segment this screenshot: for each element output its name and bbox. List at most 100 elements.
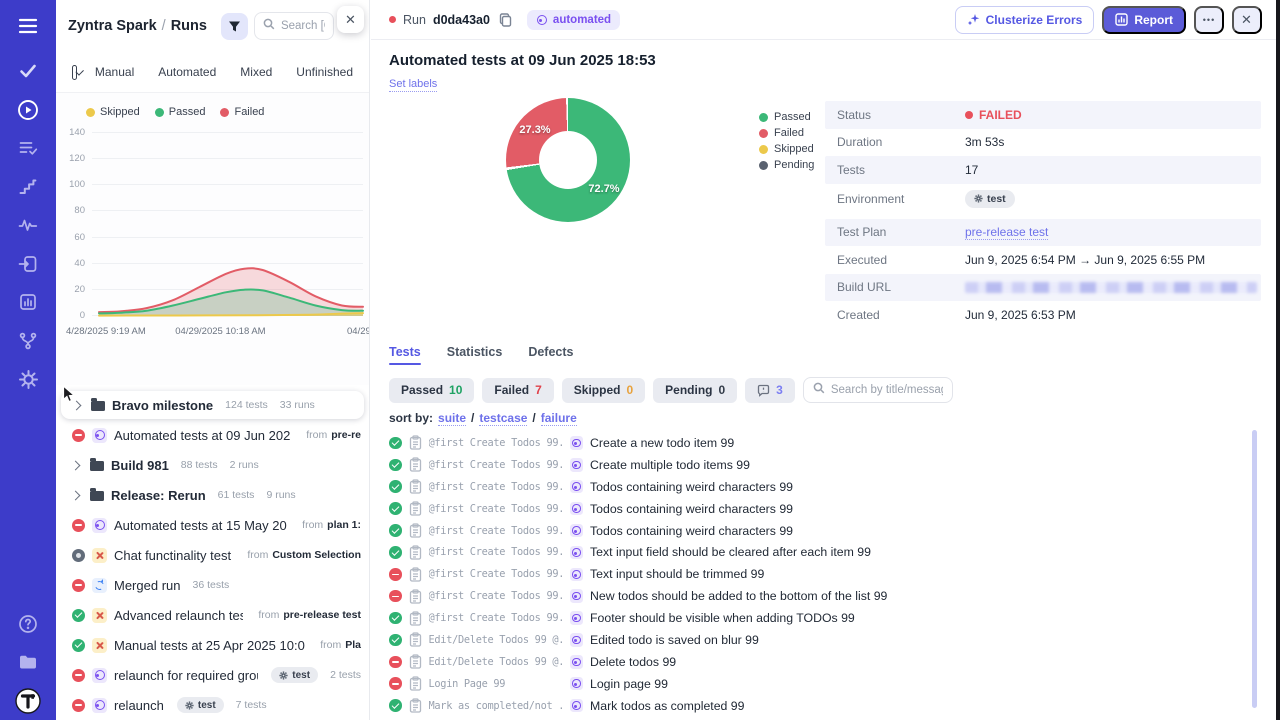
- test-suite-name[interactable]: @first Create Todos 99...: [429, 437, 563, 449]
- run-list-item[interactable]: Advanced relaunch test Copy frompre-rele…: [56, 600, 369, 630]
- test-title[interactable]: Todos containing weird characters 99: [590, 480, 793, 494]
- runs-search[interactable]: [254, 12, 334, 40]
- run-list-item[interactable]: relaunch test 7 tests: [56, 690, 369, 720]
- test-suite-name[interactable]: Edit/Delete Todos 99 @...: [429, 634, 563, 646]
- test-title[interactable]: Footer should be visible when adding TOD…: [590, 611, 855, 625]
- test-row[interactable]: Edit/Delete Todos 99 @... Edited todo is…: [389, 629, 1246, 651]
- run-list-item[interactable]: Release: Rerun 61 tests 9 runs: [56, 480, 369, 510]
- legend-item[interactable]: Failed: [220, 106, 264, 118]
- gear-icon[interactable]: [0, 360, 56, 399]
- test-suite-name[interactable]: @first Create Todos 99...: [429, 503, 563, 515]
- comments-filter-pill[interactable]: 3: [745, 378, 795, 403]
- tests-search[interactable]: [803, 377, 953, 403]
- app-logo[interactable]: [0, 682, 56, 720]
- copy-icon[interactable]: [499, 13, 512, 27]
- from-plan[interactable]: Pla: [345, 639, 361, 651]
- from-plan[interactable]: Custom Selection: [272, 549, 361, 561]
- test-title[interactable]: Text input field should be cleared after…: [590, 545, 871, 559]
- sort-by-failure[interactable]: failure: [541, 411, 577, 426]
- git-branch-icon[interactable]: [0, 322, 56, 361]
- check-icon[interactable]: [0, 52, 56, 91]
- run-list-item[interactable]: Merged run 36 tests: [56, 570, 369, 600]
- run-list-item[interactable]: Bravo milestone 124 tests 33 runs: [61, 391, 364, 419]
- chevron-right-icon[interactable]: [71, 490, 81, 500]
- sort-by-testcase[interactable]: testcase: [479, 411, 527, 426]
- legend-item[interactable]: Passed: [155, 106, 206, 118]
- close-panel-button[interactable]: ✕: [337, 6, 364, 33]
- bar-chart-icon[interactable]: [0, 283, 56, 322]
- test-title[interactable]: Text input should be trimmed 99: [590, 567, 764, 581]
- test-title[interactable]: Edited todo is saved on blur 99: [590, 633, 759, 647]
- tests-search-input[interactable]: [831, 384, 943, 396]
- automated-badge[interactable]: automated: [527, 10, 620, 30]
- test-suite-name[interactable]: @first Create Todos 99...: [429, 612, 563, 624]
- select-all-icon[interactable]: [72, 65, 77, 80]
- tab[interactable]: Tests: [389, 345, 421, 365]
- donut-legend-item[interactable]: Pending: [759, 157, 814, 173]
- from-plan[interactable]: pre-release test: [283, 609, 361, 621]
- test-title[interactable]: Mark todos as completed 99: [590, 699, 744, 713]
- test-suite-name[interactable]: @first Create Todos 99...: [429, 459, 563, 471]
- test-row[interactable]: Login Page 99 Login page 99: [389, 673, 1246, 695]
- test-suite-name[interactable]: Edit/Delete Todos 99 @...: [429, 656, 563, 668]
- donut-legend-item[interactable]: Passed: [759, 109, 814, 125]
- run-list-item[interactable]: Chat functinality test Copy fromCustom S…: [56, 540, 369, 570]
- test-row[interactable]: Edit/Delete Todos 99 @... Delete todos 9…: [389, 651, 1246, 673]
- runs-type-tab[interactable]: Unfinished: [296, 65, 353, 79]
- filter-pill[interactable]: Failed 7: [482, 378, 553, 403]
- chevron-right-icon[interactable]: [71, 460, 81, 470]
- test-suite-name[interactable]: @first Create Todos 99...: [429, 590, 563, 602]
- test-row[interactable]: @first Create Todos 99... Text input fie…: [389, 541, 1246, 563]
- test-row[interactable]: @first Create Todos 99... New todos shou…: [389, 585, 1246, 607]
- test-suite-name[interactable]: @first Create Todos 99...: [429, 546, 563, 558]
- test-title[interactable]: Create multiple todo items 99: [590, 458, 750, 472]
- filter-pill[interactable]: Pending 0: [653, 378, 737, 403]
- legend-item[interactable]: Skipped: [86, 106, 140, 118]
- more-button[interactable]: •••: [1194, 6, 1224, 34]
- runs-type-tab[interactable]: Automated: [158, 65, 216, 79]
- test-plan-link[interactable]: pre-release test: [965, 225, 1048, 240]
- test-row[interactable]: @first Create Todos 99... Todos containi…: [389, 476, 1246, 498]
- run-list-item[interactable]: Manual tests at 25 Apr 2025 10:06 Copy f…: [56, 630, 369, 660]
- from-plan[interactable]: pre-re: [331, 429, 361, 441]
- runs-type-tab[interactable]: Manual: [95, 65, 134, 79]
- test-title[interactable]: Todos containing weird characters 99: [590, 502, 793, 516]
- sort-by-suite[interactable]: suite: [438, 411, 466, 426]
- run-list-item[interactable]: Automated tests at 15 May 2025 12:32 fro…: [56, 510, 369, 540]
- set-labels-link[interactable]: Set labels: [389, 78, 437, 92]
- clusterize-errors-button[interactable]: Clusterize Errors: [955, 6, 1095, 34]
- donut-legend-item[interactable]: Failed: [759, 125, 814, 141]
- test-suite-name[interactable]: @first Create Todos 99...: [429, 568, 563, 580]
- chevron-right-icon[interactable]: [72, 400, 82, 410]
- run-list-item[interactable]: Build 981 88 tests 2 runs: [56, 450, 369, 480]
- run-list-item[interactable]: relaunch for required group test 2 tests: [56, 660, 369, 690]
- tab[interactable]: Defects: [528, 345, 573, 365]
- from-plan[interactable]: plan 1:: [327, 519, 361, 531]
- test-suite-name[interactable]: Login Page 99: [429, 678, 563, 690]
- test-suite-name[interactable]: @first Create Todos 99...: [429, 525, 563, 537]
- test-row[interactable]: @first Create Todos 99... Todos containi…: [389, 498, 1246, 520]
- runs-search-input[interactable]: [281, 20, 325, 32]
- test-title[interactable]: New todos should be added to the bottom …: [590, 589, 887, 603]
- test-row[interactable]: Mark as completed/not ... Mark todos as …: [389, 695, 1246, 717]
- steps-icon[interactable]: [0, 168, 56, 207]
- test-row[interactable]: @first Create Todos 99... Create a new t…: [389, 432, 1246, 454]
- test-row[interactable]: @first Create Todos 99... Todos containi…: [389, 520, 1246, 542]
- test-row[interactable]: @first Create Todos 99... Footer should …: [389, 607, 1246, 629]
- test-title[interactable]: Delete todos 99: [590, 655, 676, 669]
- report-button[interactable]: Report: [1102, 6, 1186, 34]
- runs-type-tab[interactable]: Mixed: [240, 65, 272, 79]
- test-title[interactable]: Todos containing weird characters 99: [590, 524, 793, 538]
- test-suite-name[interactable]: @first Create Todos 99...: [429, 481, 563, 493]
- donut-legend-item[interactable]: Skipped: [759, 141, 814, 157]
- test-title[interactable]: Create a new todo item 99: [590, 436, 734, 450]
- menu-icon[interactable]: [0, 0, 56, 52]
- filter-pill[interactable]: Passed 10: [389, 378, 474, 403]
- tab[interactable]: Statistics: [447, 345, 503, 365]
- list-check-icon[interactable]: [0, 129, 56, 168]
- run-list-item[interactable]: Automated tests at 09 Jun 2025 18:53 fro…: [56, 420, 369, 450]
- help-icon[interactable]: [0, 605, 56, 644]
- test-suite-name[interactable]: Mark as completed/not ...: [429, 700, 563, 712]
- filter-pill[interactable]: Skipped 0: [562, 378, 645, 403]
- breadcrumb-project[interactable]: Zyntra Spark: [68, 18, 157, 34]
